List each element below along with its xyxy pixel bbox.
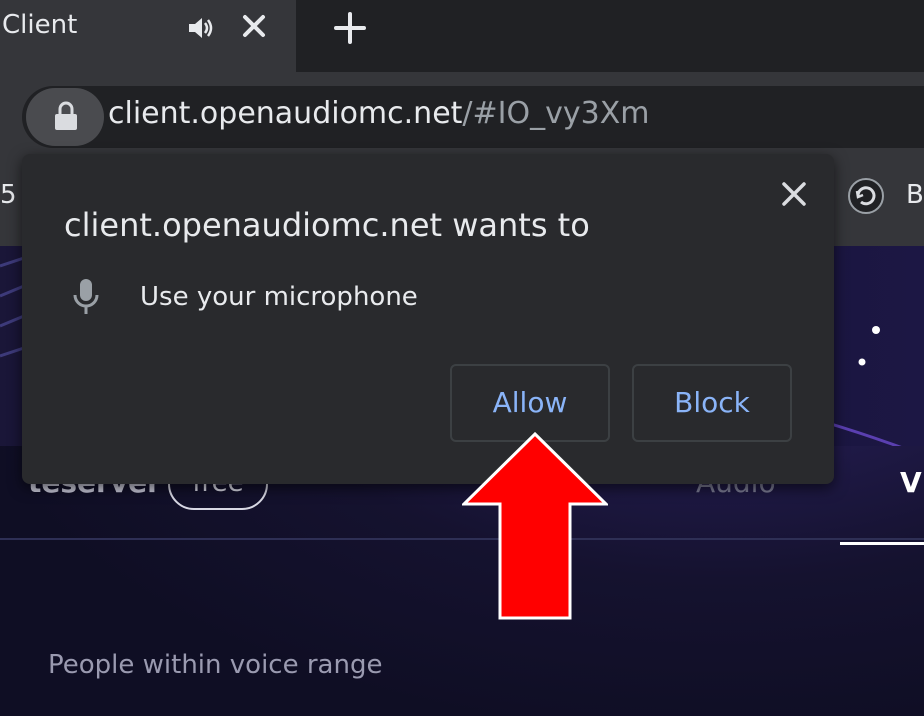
bookmark-item-left[interactable]: 5 bbox=[0, 180, 17, 210]
close-icon[interactable] bbox=[776, 176, 812, 212]
permission-dialog: client.openaudiomc.net wants to Use your… bbox=[22, 154, 834, 484]
active-tab-indicator bbox=[840, 542, 924, 545]
url-text[interactable]: client.openaudiomc.net/#IO_vy3Xm bbox=[108, 96, 650, 131]
people-in-range-label: People within voice range bbox=[48, 650, 383, 680]
red-arrow-up-icon bbox=[462, 432, 608, 620]
tab-voice[interactable]: V bbox=[900, 466, 922, 499]
browser-tab[interactable]: Client bbox=[0, 0, 296, 72]
permission-text: Use your microphone bbox=[140, 282, 418, 312]
close-icon[interactable] bbox=[238, 10, 270, 42]
bookmark-item-right[interactable]: B bbox=[906, 180, 924, 210]
dialog-title: client.openaudiomc.net wants to bbox=[64, 206, 590, 244]
microphone-icon bbox=[73, 279, 99, 314]
allow-button[interactable]: Allow bbox=[450, 364, 610, 442]
tab-strip: Client bbox=[0, 0, 924, 72]
plus-icon[interactable] bbox=[332, 10, 368, 46]
speaker-icon[interactable] bbox=[186, 14, 214, 42]
url-host: client.openaudiomc.net bbox=[108, 96, 463, 131]
block-button[interactable]: Block bbox=[632, 364, 792, 442]
lock-icon bbox=[55, 101, 77, 130]
extension-icon[interactable] bbox=[846, 176, 886, 216]
url-path: /#IO_vy3Xm bbox=[462, 96, 650, 131]
tab-title: Client bbox=[2, 10, 78, 40]
